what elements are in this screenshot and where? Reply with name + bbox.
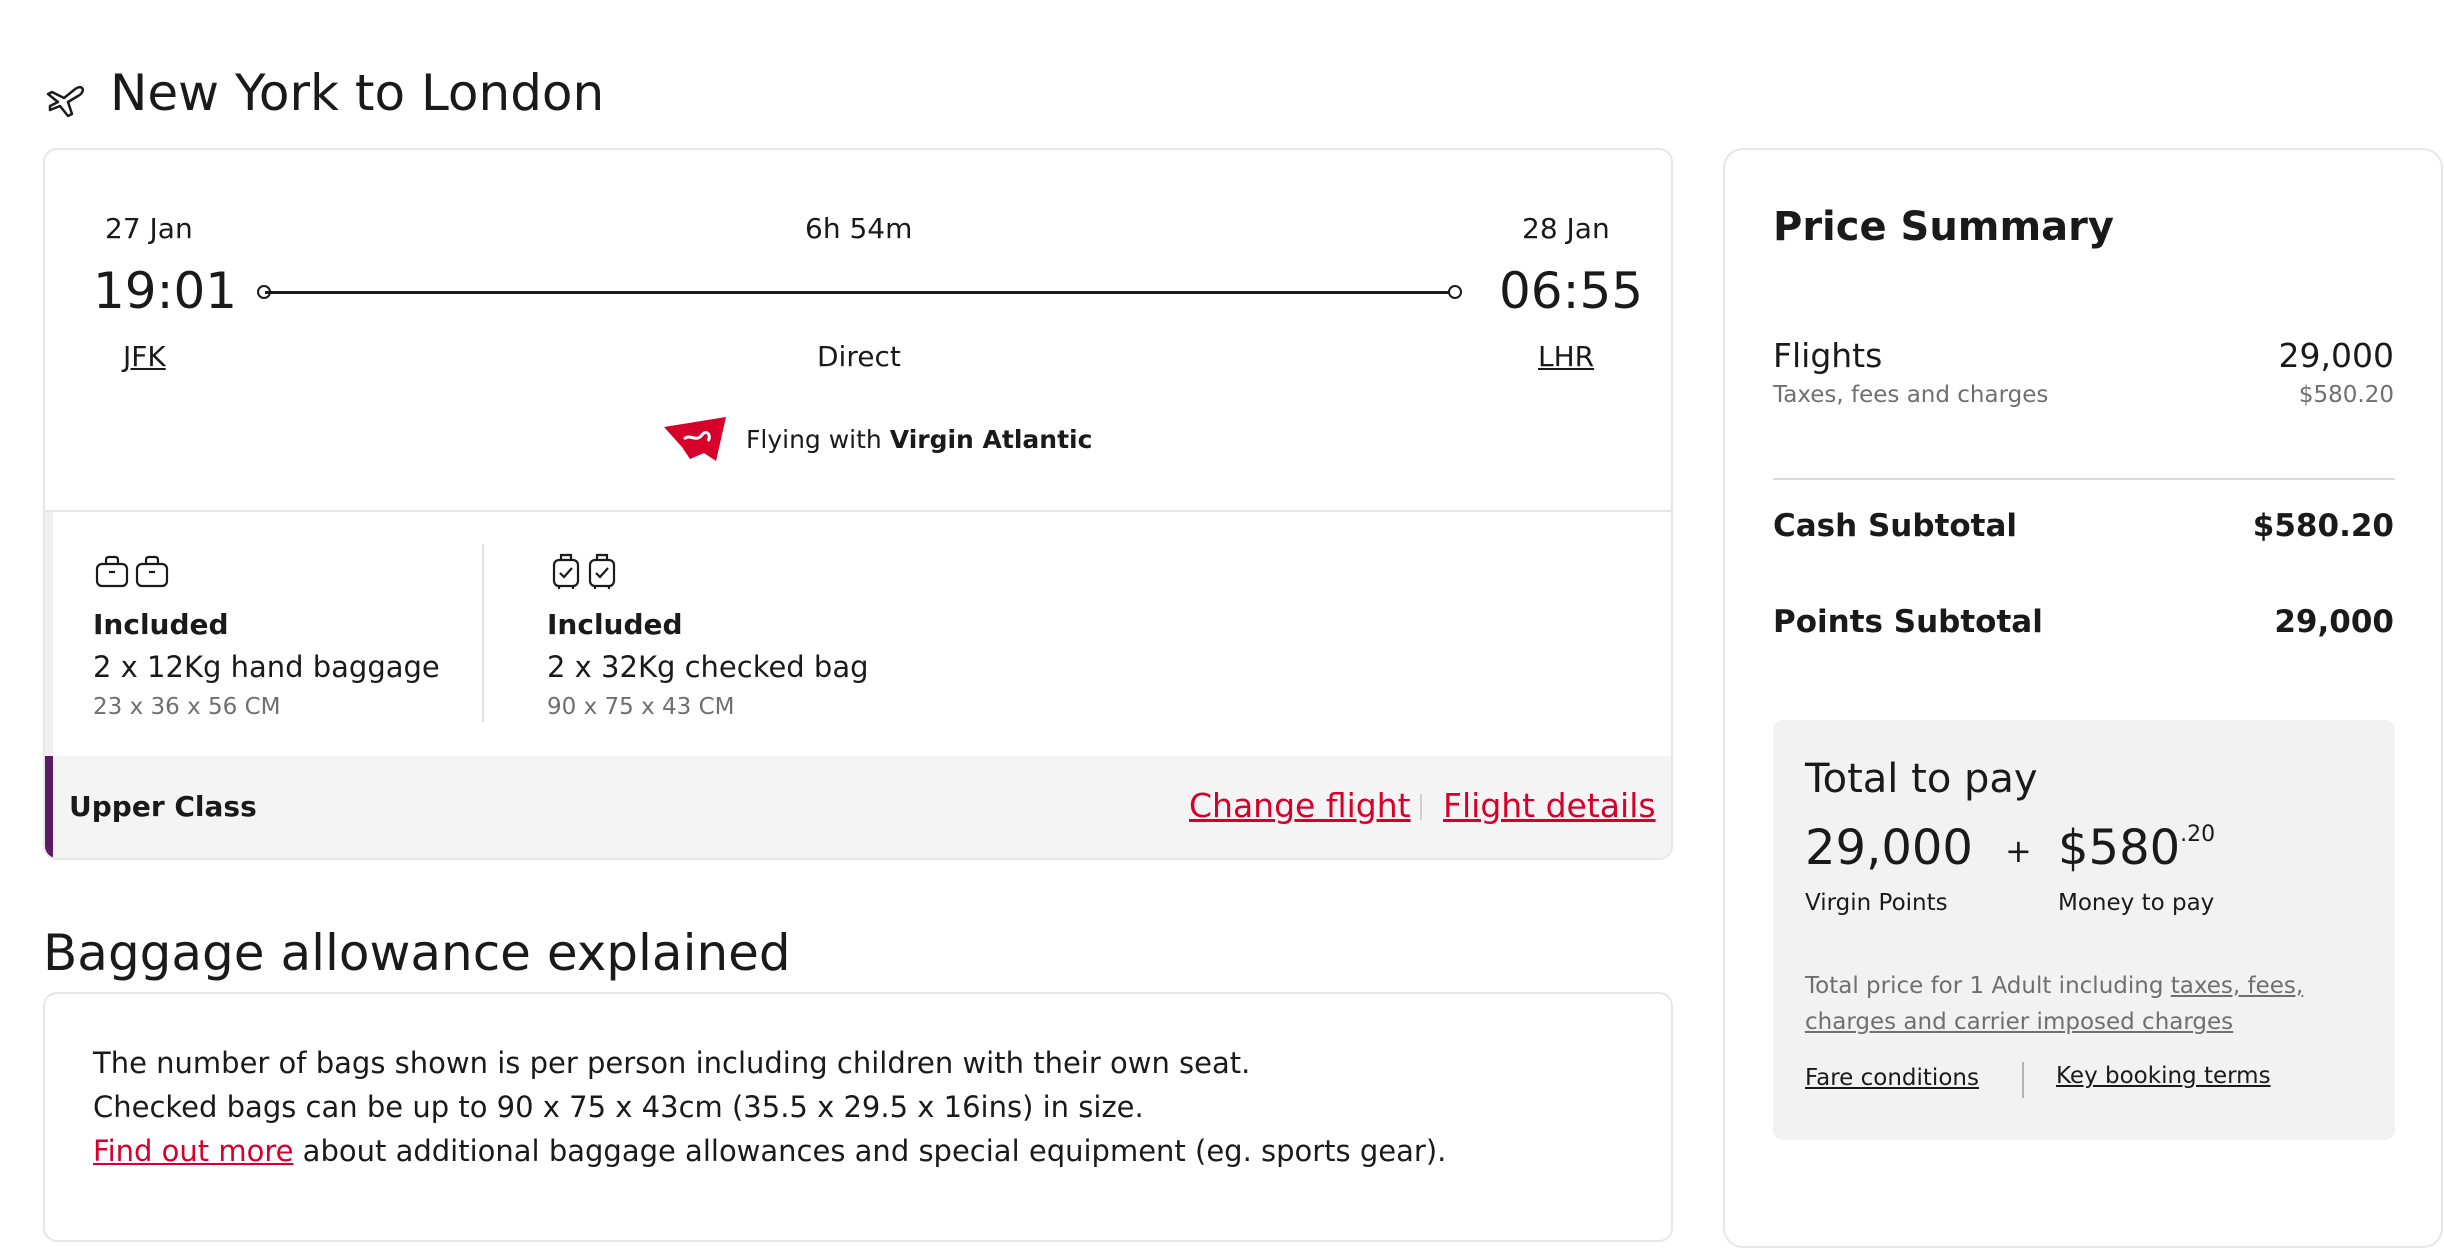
key-booking-terms-link[interactable]: Key booking terms [2056,1063,2271,1089]
card-divider [45,510,1671,512]
carrier-charges-link[interactable]: charges and carrier imposed charges [1805,1009,2233,1035]
baggage-explained-title: Baggage allowance explained [43,924,791,982]
airline-prefix: Flying with [746,424,882,454]
flights-label: Flights [1773,336,1883,375]
plane-icon [44,80,86,120]
page-title: New York to London [110,64,605,122]
total-money-cents: .20 [2180,822,2216,847]
fare-conditions-link[interactable]: Fare conditions [1805,1065,1979,1091]
points-subtotal-label: Points Subtotal [1773,604,2043,640]
price-divider [1773,478,2395,480]
footer-link-separator [2022,1062,2024,1098]
baggage-separator [482,544,484,722]
total-to-pay-box: Total to pay 29,000 Virgin Points + $580… [1773,720,2395,1140]
hand-bag-title: Included [93,608,229,641]
points-subtotal-value: 29,000 [2274,604,2394,640]
baggage-info-line-1: The number of bags shown is per person i… [93,1046,1251,1080]
checked-bag-size: 90 x 75 x 43 CM [547,694,735,720]
flight-card: 27 Jan 19:01 JFK 6h 54m Direct 28 Jan 06… [43,148,1673,860]
cabin-class-accent [45,756,53,858]
taxes-value: $580.20 [2298,382,2394,408]
price-summary-card: Price Summary Flights 29,000 Taxes, fees… [1723,148,2443,1248]
total-money-main: $580 [2058,820,2181,876]
price-summary-title: Price Summary [1773,204,2114,250]
hand-bag-size: 23 x 36 x 56 CM [93,694,281,720]
hand-bag-icon [95,554,169,588]
arrive-airport-link[interactable]: LHR [1538,340,1594,373]
virgin-logo [660,413,730,465]
cabin-class-label: Upper Class [69,790,257,823]
checked-bag-icon [551,552,617,590]
baggage-explained-card: The number of bags shown is per person i… [43,992,1673,1242]
depart-date: 27 Jan [105,212,193,245]
change-flight-link[interactable]: Change flight [1189,786,1411,825]
plus-sign: + [2005,832,2032,870]
depart-airport-link[interactable]: JFK [123,340,166,373]
baggage-info-line-3-rest: about additional baggage allowances and … [293,1134,1447,1168]
link-separator [1420,794,1422,820]
total-note: Total price for 1 Adult including taxes,… [1805,968,2303,1040]
total-points-caption: Virgin Points [1805,890,1948,916]
total-note-prefix: Total price for 1 Adult including [1805,973,2171,999]
baggage-info-line-3: Find out more about additional baggage a… [93,1134,1446,1168]
checked-bag-title: Included [547,608,683,641]
total-money-caption: Money to pay [2058,890,2215,916]
depart-time: 19:01 [93,262,238,320]
total-points: 29,000 [1805,820,1973,876]
hand-bag-desc: 2 x 12Kg hand baggage [93,650,440,684]
flights-value: 29,000 [2278,336,2394,375]
route-end-dot [1448,285,1462,299]
arrive-time: 06:55 [1499,262,1644,320]
total-title: Total to pay [1805,756,2038,802]
find-out-more-link[interactable]: Find out more [93,1134,293,1168]
airline-info: Flying with Virgin Atlantic [660,413,1092,465]
taxes-label: Taxes, fees and charges [1773,382,2049,408]
baggage-info-line-2: Checked bags can be up to 90 x 75 x 43cm… [93,1090,1144,1124]
flight-duration: 6h 54m [805,212,913,245]
stops-label: Direct [817,340,901,373]
flight-details-link[interactable]: Flight details [1443,786,1656,825]
airline-name: Virgin Atlantic [889,424,1093,454]
route-line [265,291,1455,294]
total-money: $580.20 [2058,820,2215,876]
cash-subtotal-value: $580.20 [2252,508,2394,544]
taxes-fees-link[interactable]: taxes, fees, [2171,973,2303,999]
cash-subtotal-label: Cash Subtotal [1773,508,2018,544]
arrive-date: 28 Jan [1522,212,1610,245]
cabin-class-bar [45,756,1671,858]
checked-bag-desc: 2 x 32Kg checked bag [547,650,869,684]
